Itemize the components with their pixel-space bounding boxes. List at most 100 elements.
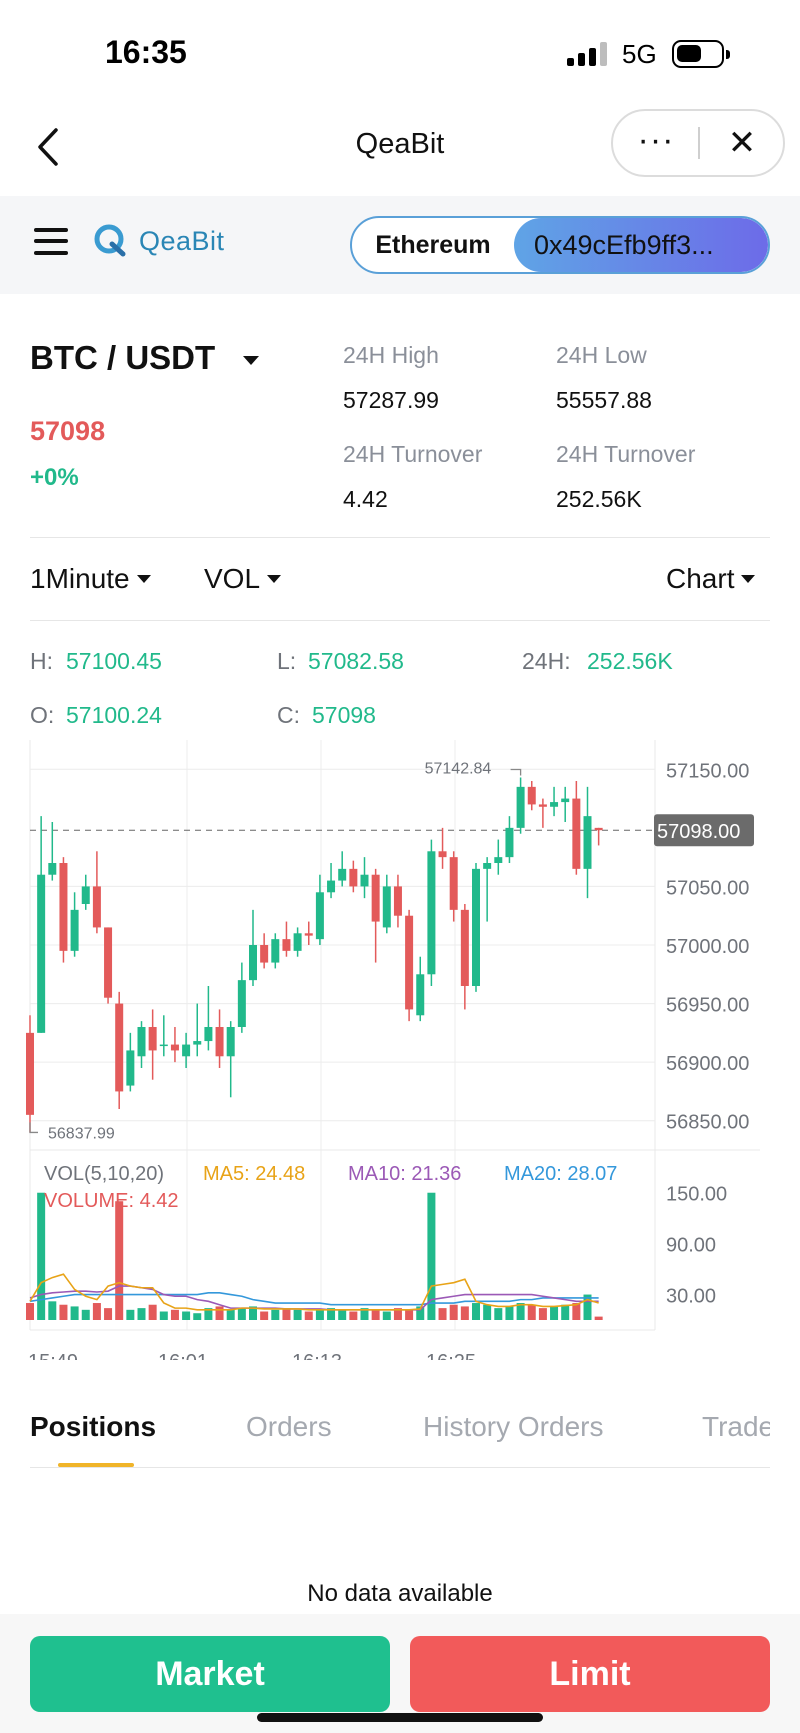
chain-name[interactable]: Ethereum — [352, 218, 514, 272]
chevron-down-icon[interactable] — [243, 356, 259, 365]
menu-icon[interactable] — [34, 226, 68, 256]
signal-icon — [567, 42, 609, 66]
network-label: 5G — [622, 39, 657, 69]
price-change: +0% — [30, 464, 79, 491]
volume-legend: VOLUME: 4.42 — [44, 1190, 179, 1212]
ohlc-vol-label: 24H: — [522, 648, 571, 674]
volume-bar — [594, 1316, 603, 1320]
volume-bar — [338, 1309, 347, 1320]
candle-body — [193, 1041, 202, 1045]
candle-body — [237, 980, 246, 1027]
candle-body — [249, 945, 257, 981]
indicator-label: VOL — [204, 563, 261, 594]
mini-program-capsule: ··· ✕ — [611, 109, 785, 177]
volume-bar — [315, 1309, 324, 1320]
volume-bar — [226, 1309, 235, 1320]
pair-selector[interactable]: BTC / USDT — [30, 339, 215, 377]
ohlc-high-label: H: — [30, 648, 53, 674]
ma5-legend: MA5: 24.48 — [203, 1163, 305, 1185]
candle-body — [48, 863, 57, 875]
volume-bar — [460, 1306, 469, 1320]
stat-24h-turnover-2-label: 24H Turnover — [556, 441, 696, 467]
candle-body — [572, 798, 581, 869]
tab-trade[interactable]: Trade — [702, 1411, 770, 1443]
volume-bar — [349, 1311, 358, 1320]
volume-bar — [505, 1306, 514, 1320]
ma20-legend: MA20: 28.07 — [504, 1163, 617, 1185]
candle-body — [304, 933, 313, 936]
low-marker-arrow — [29, 1122, 38, 1134]
ohlc-close-value: 57098 — [312, 702, 376, 728]
wallet-address[interactable]: 0x49cEfb9ff3... — [514, 218, 768, 272]
candle-body — [293, 933, 302, 951]
volume-bar — [92, 1303, 101, 1320]
ohlc-close-label: C: — [277, 702, 300, 728]
candle-body — [538, 804, 547, 807]
volume-bar — [260, 1311, 269, 1320]
ohlc-high-value: 57100.45 — [66, 648, 162, 674]
volume-bar — [148, 1304, 157, 1320]
empty-state-text: No data available — [307, 1580, 493, 1607]
candle-body — [70, 909, 79, 951]
stat-24h-low-label: 24H Low — [556, 342, 647, 368]
tab-orders[interactable]: Orders — [246, 1411, 332, 1443]
divider — [30, 620, 770, 621]
more-icon[interactable]: ··· — [613, 111, 699, 175]
view-label: Chart — [666, 563, 735, 594]
market-button[interactable]: Market — [30, 1636, 390, 1712]
brand-name: QeaBit — [139, 226, 225, 256]
candle-body — [104, 927, 113, 998]
volume-bar — [293, 1309, 302, 1320]
vol-tick-label: 30.00 — [666, 1286, 716, 1308]
candle-body — [26, 1032, 34, 1115]
volume-bar — [193, 1313, 202, 1320]
volume-bar — [104, 1308, 113, 1320]
ohlc-open-label: O: — [30, 702, 55, 728]
limit-button[interactable]: Limit — [410, 1636, 770, 1712]
stat-24h-turnover-value: 4.42 — [343, 486, 388, 512]
interval-selector[interactable]: 1Minute — [30, 563, 151, 595]
volume-bar — [282, 1308, 291, 1320]
close-icon[interactable]: ✕ — [700, 111, 784, 175]
candle-body — [583, 816, 592, 869]
candle-body — [561, 798, 570, 803]
nav-bar: QeaBit ··· ✕ — [0, 100, 800, 196]
candle-body — [472, 868, 480, 986]
candle-body — [282, 939, 291, 951]
stat-24h-low-value: 55557.88 — [556, 387, 652, 413]
y-tick-label: 57050.00 — [666, 877, 749, 899]
candle-body — [315, 892, 324, 940]
candle-body — [427, 851, 436, 975]
kline-chart[interactable]: 57150.00 57050.00 57000.00 56950.00 56900.00… — [0, 740, 800, 1360]
candle-body — [405, 915, 414, 1010]
tab-positions[interactable]: Positions — [30, 1411, 156, 1443]
candle-body — [59, 863, 68, 951]
x-tick-label: 15:49 — [28, 1351, 78, 1360]
candle-body — [349, 868, 358, 887]
candle-body — [494, 857, 503, 863]
wallet-selector[interactable]: Ethereum 0x49cEfb9ff3... — [350, 216, 770, 274]
candle-body — [382, 886, 391, 928]
candle-body — [327, 880, 336, 893]
tab-history-orders[interactable]: History Orders — [423, 1411, 603, 1443]
volume-bar — [561, 1304, 570, 1320]
x-tick-label: 16:13 — [292, 1351, 342, 1360]
ohlc-low-value: 57082.58 — [308, 648, 404, 674]
candle-body — [170, 1044, 179, 1051]
y-tick-label: 56900.00 — [666, 1053, 749, 1075]
candle-body — [126, 1050, 135, 1086]
brand-logo-icon — [94, 224, 126, 257]
volume-bar — [371, 1309, 380, 1320]
stat-24h-high-value: 57287.99 — [343, 387, 439, 413]
divider — [30, 537, 770, 538]
ohlc-low-label: L: — [277, 648, 297, 674]
volume-bar — [215, 1306, 224, 1320]
view-selector[interactable]: Chart — [666, 563, 756, 595]
volume-bar — [137, 1308, 146, 1320]
stat-24h-turnover-2-value: 252.56K — [556, 486, 642, 512]
chevron-down-icon — [136, 574, 151, 583]
volume-bar — [538, 1308, 547, 1320]
interval-label: 1Minute — [30, 563, 130, 594]
candle-body — [550, 802, 559, 807]
indicator-selector[interactable]: VOL — [204, 563, 282, 595]
